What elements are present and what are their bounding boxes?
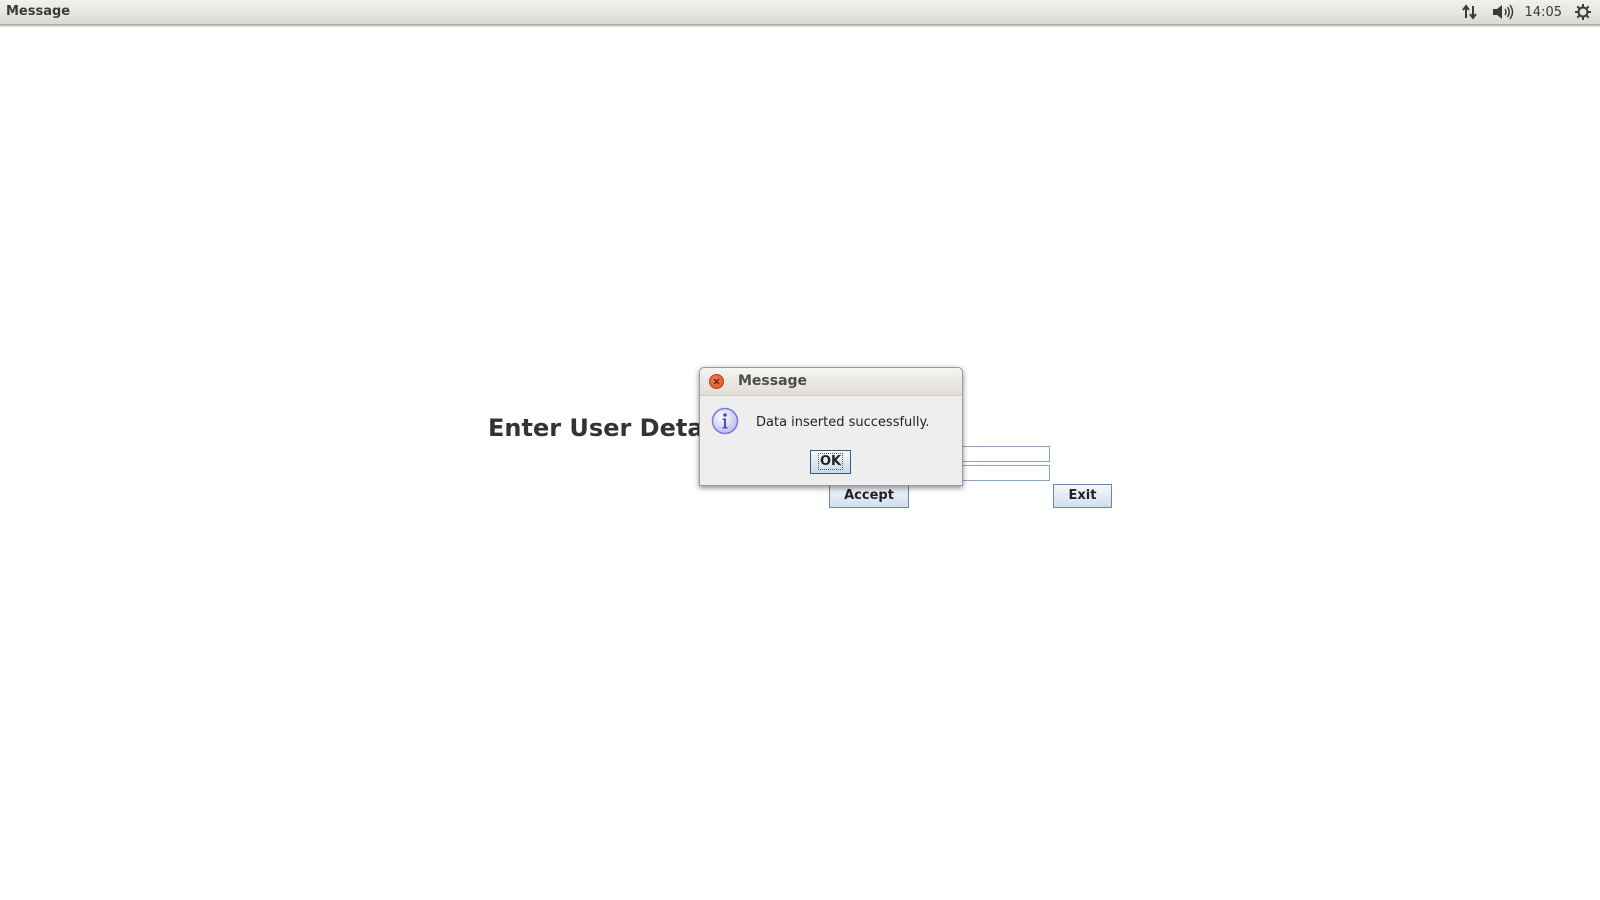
dialog-title: Message xyxy=(738,373,808,389)
info-icon xyxy=(711,407,739,439)
active-window-title: Message xyxy=(6,4,71,19)
message-dialog: Message Data inserted successfully. OK xyxy=(699,367,963,486)
dialog-message: Data inserted successfully. xyxy=(756,415,930,430)
exit-button[interactable]: Exit xyxy=(1053,484,1112,508)
ok-button[interactable]: OK xyxy=(810,450,851,474)
indicator-area: 14:05 xyxy=(1459,0,1600,24)
close-icon[interactable] xyxy=(709,374,724,389)
page-title: Enter User Deta xyxy=(488,414,704,442)
network-arrows-icon[interactable] xyxy=(1459,0,1481,24)
dialog-titlebar[interactable]: Message xyxy=(700,368,962,396)
top-panel: Message 14:05 xyxy=(0,0,1600,25)
clock[interactable]: 14:05 xyxy=(1525,0,1562,24)
ok-button-label: OK xyxy=(817,453,844,470)
accept-button[interactable]: Accept xyxy=(829,484,909,508)
gear-icon[interactable] xyxy=(1572,0,1594,24)
volume-icon[interactable] xyxy=(1491,0,1515,24)
